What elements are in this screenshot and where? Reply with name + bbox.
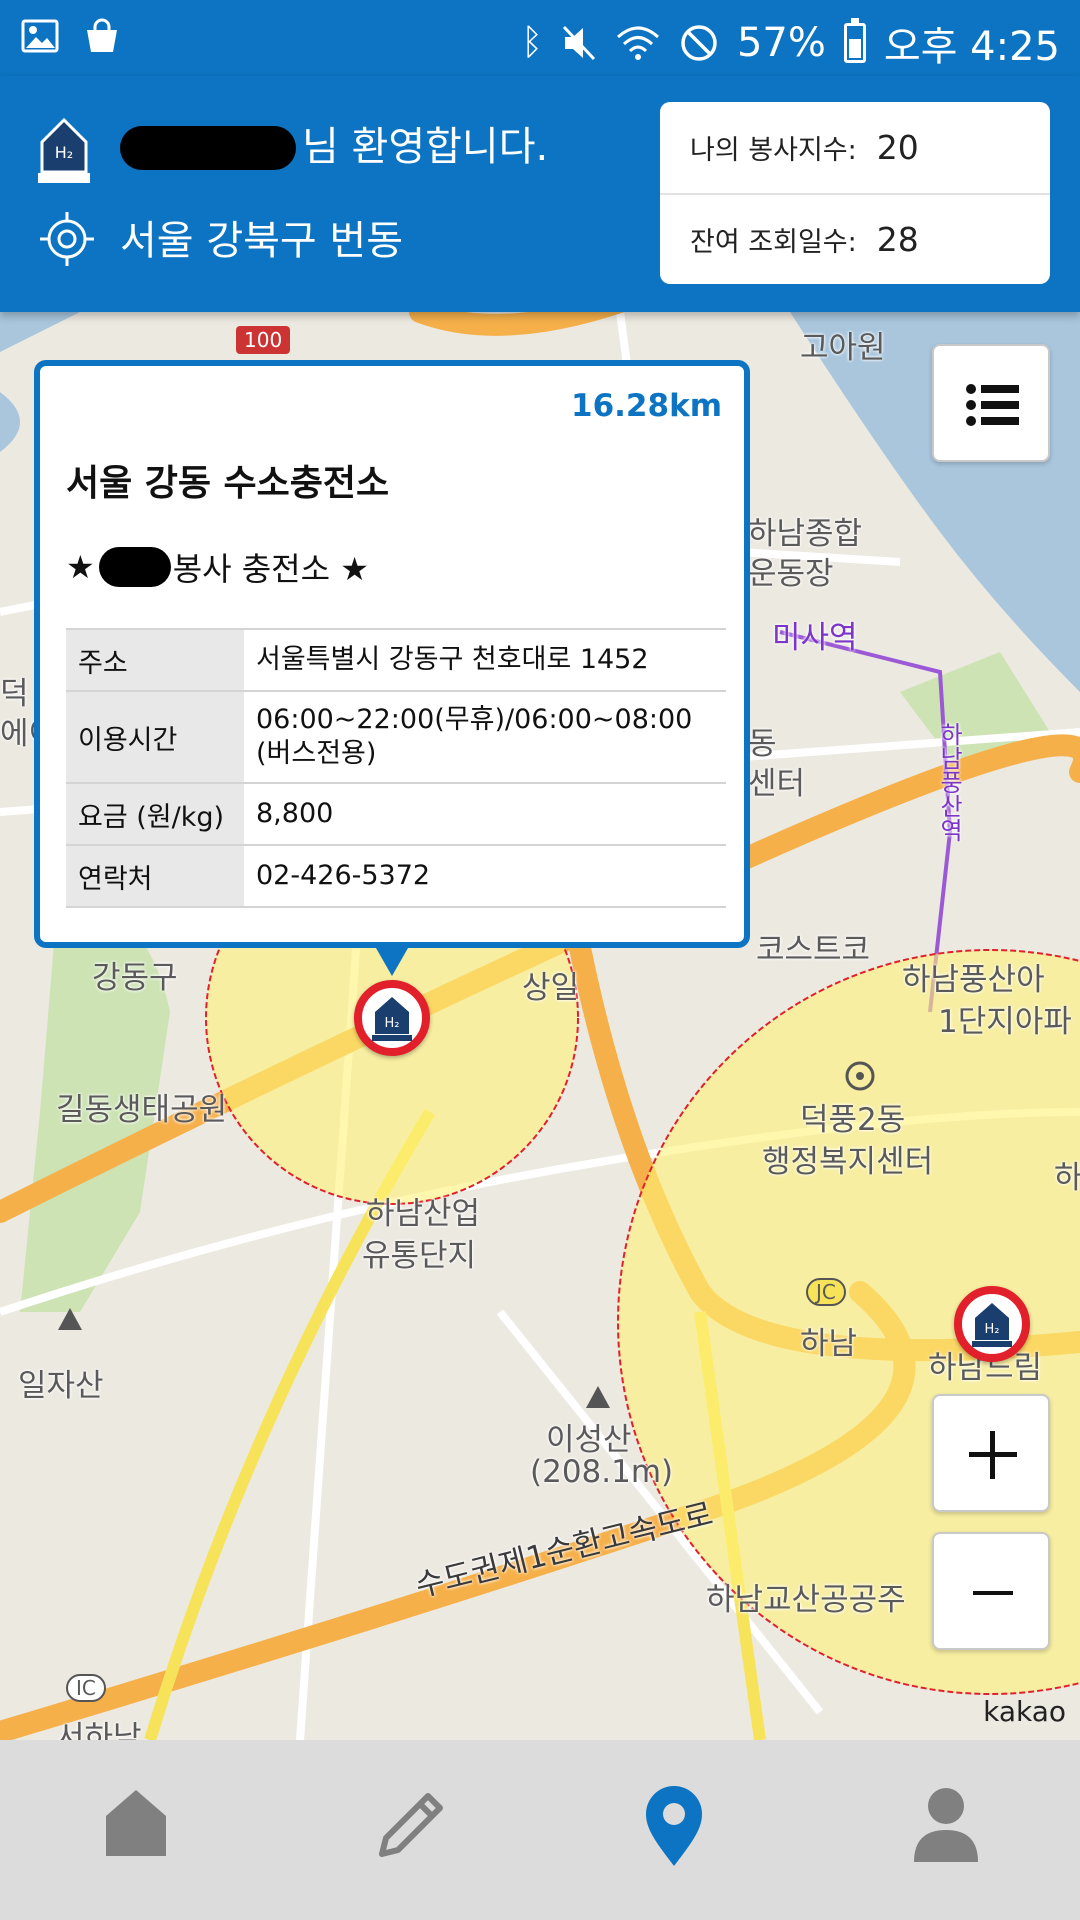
- home-icon: [106, 1790, 166, 1856]
- stat-value: 28: [876, 220, 919, 259]
- station-info-table: 주소 서울특별시 강동구 천호대로 1452 이용시간 06:00~22:00(…: [66, 628, 726, 908]
- zoom-in-icon: [969, 1431, 1017, 1479]
- map-label: 하남교산공공주: [706, 1582, 906, 1618]
- interchange-badge: IC: [66, 1674, 106, 1702]
- map-label: 상일: [522, 970, 580, 1006]
- map-label: 운동장: [748, 556, 834, 592]
- stat-value: 20: [876, 128, 919, 167]
- map-label: 이성산: [546, 1422, 632, 1458]
- nav-write[interactable]: [348, 1776, 468, 1886]
- map-label: 동: [748, 726, 777, 762]
- map-label: 센터: [748, 766, 806, 802]
- station-name: 서울 강동 수소충전소: [66, 463, 390, 504]
- nav-home[interactable]: [76, 1776, 196, 1886]
- map-label: 고아원: [800, 330, 886, 366]
- map-label: 하남풍산역: [935, 722, 963, 842]
- table-row: 이용시간 06:00~22:00(무휴)/06:00~08:00(버스전용): [66, 691, 726, 784]
- row-key: 연락처: [66, 845, 244, 908]
- stat-label: 잔여 조회일수:: [690, 227, 857, 258]
- map-label: 행정복지센터: [762, 1144, 934, 1180]
- tagline-prefix: ★: [66, 548, 95, 586]
- map-label: 길동생태공원: [56, 1092, 228, 1128]
- map-label: 미사역: [772, 620, 858, 656]
- zoom-out-icon: [973, 1591, 1013, 1595]
- battery-percent: 57%: [736, 20, 826, 66]
- nav-map[interactable]: [614, 1776, 734, 1886]
- svg-text:H₂: H₂: [985, 1322, 1000, 1337]
- welcome-text: 님 환영합니다.: [302, 124, 549, 170]
- row-key: 이용시간: [66, 691, 244, 784]
- person-icon: [914, 1788, 978, 1862]
- map-label: 하남: [800, 1326, 858, 1362]
- phone-number[interactable]: 02-426-5372: [244, 845, 726, 908]
- table-row: 주소 서울특별시 강동구 천호대로 1452: [66, 628, 726, 692]
- map-label: 덕: [0, 676, 29, 712]
- nav-profile[interactable]: [886, 1776, 1006, 1886]
- user-name-redacted: [120, 126, 296, 170]
- stats-card: 나의 봉사지수: 20 잔여 조회일수: 28: [660, 102, 1050, 284]
- row-key: 요금 (원/kg): [66, 783, 244, 846]
- app-header: H₂ 님 환영합니다. 서울 강북구 번동 나의 봉사지수: 20 잔여 조회일…: [0, 76, 1080, 312]
- tagline-redacted: [98, 547, 171, 587]
- map-label: 1단지아파: [938, 1004, 1072, 1040]
- row-value: 8,800: [244, 783, 726, 846]
- hydrogen-station-icon: H₂: [372, 997, 412, 1041]
- table-row: 연락처 02-426-5372: [66, 845, 726, 908]
- map-label: 서하남: [56, 1720, 142, 1740]
- svg-text:H₂: H₂: [385, 1016, 400, 1031]
- list-view-button[interactable]: [932, 344, 1050, 462]
- remaining-days-row: 잔여 조회일수: 28: [660, 193, 1050, 284]
- table-row: 요금 (원/kg) 8,800: [66, 783, 726, 846]
- distance-label: 16.28km: [571, 388, 722, 424]
- row-value: 06:00~22:00(무휴)/06:00~08:00(버스전용): [244, 691, 726, 784]
- status-bar: ᛒ 57% 오후 4:25: [0, 0, 1080, 76]
- station-marker-selected[interactable]: H₂: [354, 980, 430, 1056]
- station-info-popup[interactable]: 16.28km 서울 강동 수소충전소 ★ 봉사 충전소 ★ 주소 서울특별시 …: [34, 360, 750, 948]
- my-location-icon[interactable]: [38, 210, 96, 268]
- map-attribution: kakao: [983, 1695, 1066, 1728]
- zoom-out-button[interactable]: [932, 1532, 1050, 1650]
- row-value: 서울특별시 강동구 천호대로 1452: [244, 628, 726, 692]
- station-tagline: ★ 봉사 충전소 ★: [66, 544, 369, 590]
- hydrogen-station-icon: H₂: [972, 1303, 1012, 1347]
- current-location[interactable]: 서울 강북구 번동: [120, 216, 403, 266]
- popup-pointer: [376, 948, 408, 976]
- row-key: 주소: [66, 628, 244, 692]
- map-label: 하남산업: [366, 1196, 481, 1232]
- map-label: 코스트코: [756, 932, 871, 968]
- battery-icon: [843, 18, 866, 63]
- map-label: 하남풍산아: [902, 962, 1045, 998]
- list-icon: [966, 384, 1019, 426]
- do-not-disturb-icon: [681, 25, 717, 61]
- highway-shield: 100: [236, 326, 291, 354]
- station-marker[interactable]: H₂: [954, 1286, 1030, 1362]
- map-label: 덕풍2동: [800, 1102, 906, 1138]
- mute-icon: [562, 25, 596, 61]
- map-pin-icon: [646, 1786, 702, 1866]
- map-label: (208.1m): [530, 1454, 674, 1490]
- clock: 오후 4:25: [883, 24, 1060, 70]
- wifi-icon: [616, 26, 659, 60]
- svg-text:H₂: H₂: [55, 143, 73, 162]
- tagline-suffix: 봉사 충전소 ★: [172, 550, 369, 588]
- map-label: 강동구: [92, 960, 178, 996]
- bottom-navigation: [0, 1740, 1080, 1920]
- shopping-bag-icon: [87, 18, 117, 52]
- app-logo-icon: H₂: [38, 117, 90, 183]
- map-label: 하남종합: [748, 516, 863, 552]
- map-label: 일자산: [18, 1368, 104, 1404]
- map-label: 하: [1054, 1160, 1080, 1196]
- bluetooth-icon: ᛒ: [521, 22, 543, 63]
- stat-label: 나의 봉사지수:: [690, 135, 857, 166]
- map-label: 유통단지: [362, 1238, 477, 1274]
- junction-badge: JC: [806, 1278, 846, 1306]
- gallery-icon: [21, 19, 59, 53]
- pencil-icon: [379, 1793, 443, 1857]
- zoom-in-button[interactable]: [932, 1394, 1050, 1512]
- volunteer-score-row: 나의 봉사지수: 20: [660, 102, 1050, 193]
